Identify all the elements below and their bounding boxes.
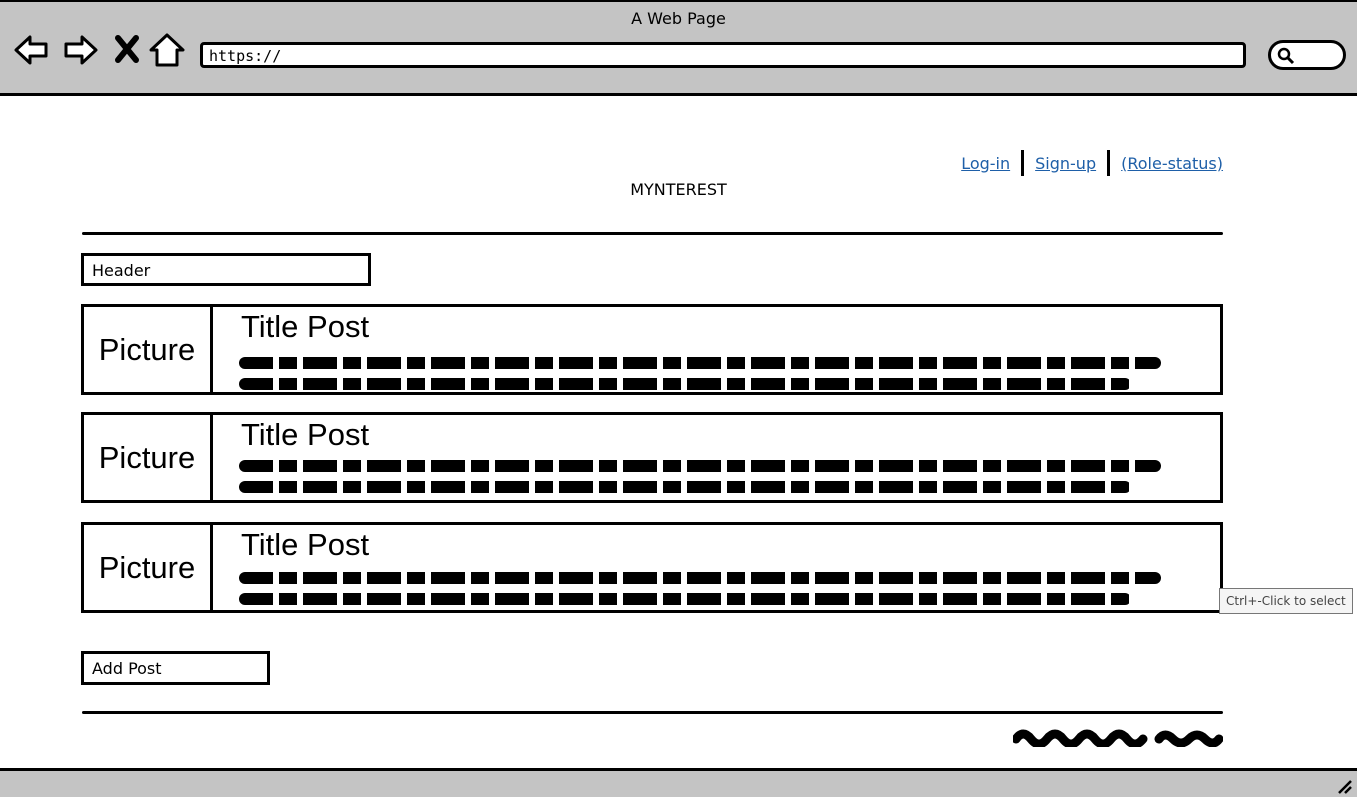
add-post-button[interactable]: Add Post	[81, 651, 270, 685]
post-picture: Picture	[84, 525, 213, 610]
site-brand: MYNTEREST	[630, 180, 727, 199]
search-icon	[1277, 47, 1295, 65]
footer-divider	[82, 711, 1223, 714]
browser-chrome: A Web Page https://	[0, 0, 1357, 96]
close-x-icon[interactable]	[112, 32, 142, 68]
post-text-placeholder	[239, 572, 1161, 584]
header-divider	[82, 232, 1223, 235]
header-field[interactable]: Header	[81, 253, 371, 286]
post-title: Title Post	[241, 417, 370, 452]
post-card[interactable]: Picture Title Post	[81, 522, 1223, 613]
post-text-placeholder	[239, 481, 1131, 493]
post-card[interactable]: Picture Title Post	[81, 304, 1223, 395]
role-status-link[interactable]: (Role-status)	[1121, 154, 1223, 173]
footer-text-placeholder	[1013, 729, 1223, 747]
post-text-placeholder	[239, 593, 1131, 605]
tooltip: Ctrl+-Click to select	[1219, 588, 1353, 614]
post-picture: Picture	[84, 307, 213, 392]
post-picture: Picture	[84, 415, 213, 500]
auth-links: Log-in Sign-up (Role-status)	[961, 150, 1223, 176]
url-bar[interactable]: https://	[200, 42, 1246, 68]
post-text-placeholder	[239, 460, 1161, 472]
home-icon[interactable]	[148, 32, 186, 68]
window-title: A Web Page	[631, 9, 726, 28]
post-title: Title Post	[241, 309, 370, 344]
link-divider	[1107, 150, 1111, 176]
link-divider	[1021, 150, 1025, 176]
post-title: Title Post	[241, 527, 370, 562]
post-text-placeholder	[239, 378, 1131, 390]
post-card[interactable]: Picture Title Post	[81, 412, 1223, 503]
post-text-placeholder	[239, 357, 1161, 369]
status-bar	[0, 768, 1357, 797]
search-field[interactable]	[1268, 40, 1346, 70]
login-link[interactable]: Log-in	[961, 154, 1010, 173]
signup-link[interactable]: Sign-up	[1035, 154, 1096, 173]
back-arrow-icon[interactable]	[12, 32, 50, 68]
forward-arrow-icon[interactable]	[62, 32, 100, 68]
resize-grip-icon[interactable]	[1335, 777, 1353, 795]
